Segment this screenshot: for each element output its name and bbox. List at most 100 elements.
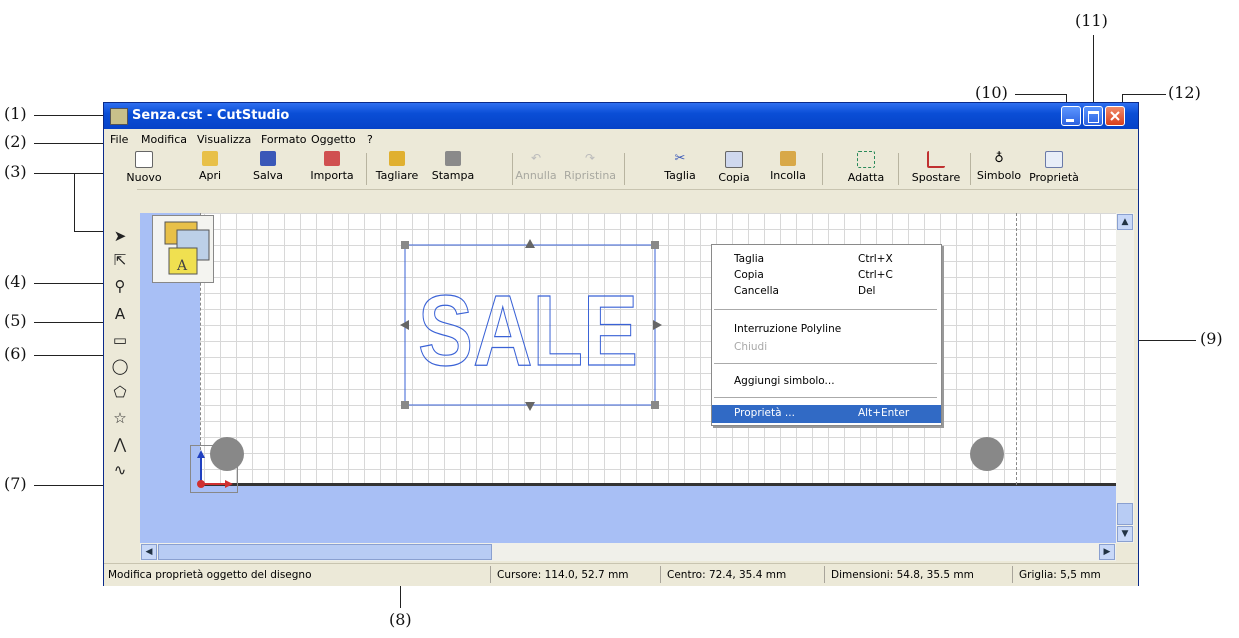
title-bar[interactable]: Senza.cst - CutStudio (104, 103, 1138, 129)
leader-line-2 (34, 143, 108, 144)
menu-visualizza[interactable]: Visualizza (197, 133, 251, 146)
context-menu: Taglia Ctrl+X Copia Ctrl+C Cancella Del … (711, 244, 942, 426)
move-icon (927, 151, 945, 168)
toolbar-button-tagliare[interactable]: Tagliare (374, 151, 420, 182)
polyline-tool[interactable]: ⋀ (110, 433, 130, 455)
selection-handle (651, 241, 659, 249)
status-separator (824, 566, 825, 583)
maximize-icon (1088, 111, 1099, 123)
rectangle-tool[interactable]: ▭ (110, 329, 130, 351)
scroll-down-button[interactable]: ▼ (1117, 526, 1133, 542)
context-item-aggiungi-simbolo[interactable]: Aggiungi simbolo... (712, 373, 941, 389)
polygon-tool[interactable]: ⬠ (110, 381, 130, 403)
star-tool[interactable]: ☆ (110, 407, 130, 429)
context-item-label: Cancella (734, 285, 779, 297)
select-arrow-icon: ➤ (113, 227, 127, 245)
context-item-cancella[interactable]: Cancella Del (712, 283, 941, 299)
fit-icon (857, 151, 875, 168)
callout-9: (9) (1200, 329, 1223, 348)
import-icon (324, 151, 340, 166)
context-item-label: Interruzione Polyline (734, 323, 842, 335)
text-tool-icon: A (114, 305, 126, 323)
toolbar-button-proprieta[interactable]: Proprietà (1026, 151, 1082, 184)
menu-modifica[interactable]: Modifica (141, 133, 187, 146)
toolbar-button-copia[interactable]: Copia (714, 151, 754, 184)
status-separator (490, 566, 491, 583)
context-item-label: Taglia (734, 253, 765, 265)
zoom-tool[interactable]: ⚲ (110, 275, 130, 297)
vertical-scroll-thumb[interactable] (1117, 503, 1133, 525)
menu-oggetto[interactable]: Oggetto (311, 133, 356, 146)
toolbar-button-nuovo[interactable]: Nuovo (124, 151, 164, 184)
curve-tool[interactable]: ∿ (110, 459, 130, 481)
toolbar-button-simbolo[interactable]: ♁ Simbolo (976, 151, 1022, 182)
maximize-button[interactable] (1083, 106, 1103, 126)
horizontal-scroll-thumb[interactable] (158, 544, 492, 560)
cutstudio-window: Senza.cst - CutStudio File Modifica Visu… (103, 102, 1139, 586)
toolbar-button-taglia[interactable]: ✂ Taglia (660, 151, 700, 182)
context-item-interruzione-polyline[interactable]: Interruzione Polyline (712, 321, 941, 337)
context-item-shortcut: Ctrl+C (858, 269, 893, 281)
toolbar-label: Spostare (911, 171, 961, 184)
menu-help[interactable]: ? (367, 133, 373, 146)
toolbar-button-importa[interactable]: Importa (310, 151, 354, 182)
scissors-icon: ✂ (674, 151, 686, 166)
node-edit-icon: ⇱ (113, 251, 127, 269)
cutting-icon (389, 151, 405, 166)
select-tool[interactable]: ➤ (110, 225, 130, 247)
scroll-right-button[interactable]: ▶ (1099, 544, 1115, 560)
status-bar: Modifica proprietà oggetto del disegno C… (104, 563, 1138, 586)
scroll-left-button[interactable]: ◀ (141, 544, 157, 560)
context-item-taglia[interactable]: Taglia Ctrl+X (712, 251, 941, 267)
callout-3: (3) (4, 162, 27, 181)
minimize-button[interactable] (1061, 106, 1081, 126)
toolbar-label: Nuovo (126, 171, 162, 184)
app-icon (110, 108, 128, 125)
scroll-up-button[interactable]: ▲ (1117, 214, 1133, 230)
leader-line-8 (400, 584, 401, 608)
toolbar-button-annulla[interactable]: ↶ Annulla (514, 151, 558, 182)
polygon-tool-icon: ⬠ (113, 383, 127, 401)
node-edit-tool[interactable]: ⇱ (110, 249, 130, 271)
toolbar-separator (624, 153, 625, 185)
menu-file[interactable]: File (110, 133, 128, 146)
horizontal-scrollbar[interactable]: ◀ ▶ (140, 543, 1116, 561)
context-item-shortcut: Alt+Enter (858, 407, 910, 419)
drawing-canvas[interactable]: A SALE (140, 213, 1116, 543)
undo-icon: ↶ (530, 151, 542, 165)
context-item-label: Proprietà ... (734, 407, 795, 419)
toolbar-button-salva[interactable]: Salva (250, 151, 286, 182)
ellipse-tool[interactable]: ◯ (110, 355, 130, 377)
vertical-scrollbar[interactable]: ▲ ▼ (1116, 213, 1134, 543)
context-item-copia[interactable]: Copia Ctrl+C (712, 267, 941, 283)
origin-marker[interactable] (190, 445, 238, 493)
selection-handle (525, 239, 535, 248)
selection-handle (401, 401, 409, 409)
toolbar-button-stampa[interactable]: Stampa (430, 151, 476, 182)
leader-line-12 (1122, 94, 1166, 95)
toolbar-button-incolla[interactable]: Incolla (766, 151, 810, 182)
context-item-proprieta[interactable]: Proprietà ... Alt+Enter (712, 405, 941, 423)
toolbar-label: Importa (310, 169, 354, 182)
callout-4: (4) (4, 272, 27, 291)
toolbar-button-spostare[interactable]: Spostare (908, 151, 964, 184)
status-cursor: Cursore: 114.0, 52.7 mm (497, 569, 629, 581)
menu-bar: File Modifica Visualizza Formato Oggetto… (104, 129, 1138, 149)
toolbar-label: Incolla (770, 169, 806, 182)
toolbar-button-ripristina[interactable]: ↷ Ripristina (562, 151, 618, 182)
toolbar-label: Copia (718, 171, 750, 184)
media-settings-button[interactable]: A (152, 215, 214, 283)
toolbar-label: Tagliare (375, 169, 419, 182)
toolbar-button-apri[interactable]: Apri (192, 151, 228, 182)
context-item-chiudi[interactable]: Chiudi (712, 339, 941, 355)
copy-icon (725, 151, 743, 168)
selected-object[interactable]: SALE (400, 233, 670, 415)
text-tool[interactable]: A (110, 303, 130, 325)
properties-icon (1045, 151, 1063, 168)
toolbar-button-adatta[interactable]: Adatta (844, 151, 888, 184)
toolbar-separator (512, 153, 513, 185)
close-button[interactable] (1105, 106, 1125, 126)
menu-formato[interactable]: Formato (261, 133, 307, 146)
toolbar-label: Proprietà (1029, 171, 1079, 184)
status-message: Modifica proprietà oggetto del disegno (108, 569, 312, 581)
